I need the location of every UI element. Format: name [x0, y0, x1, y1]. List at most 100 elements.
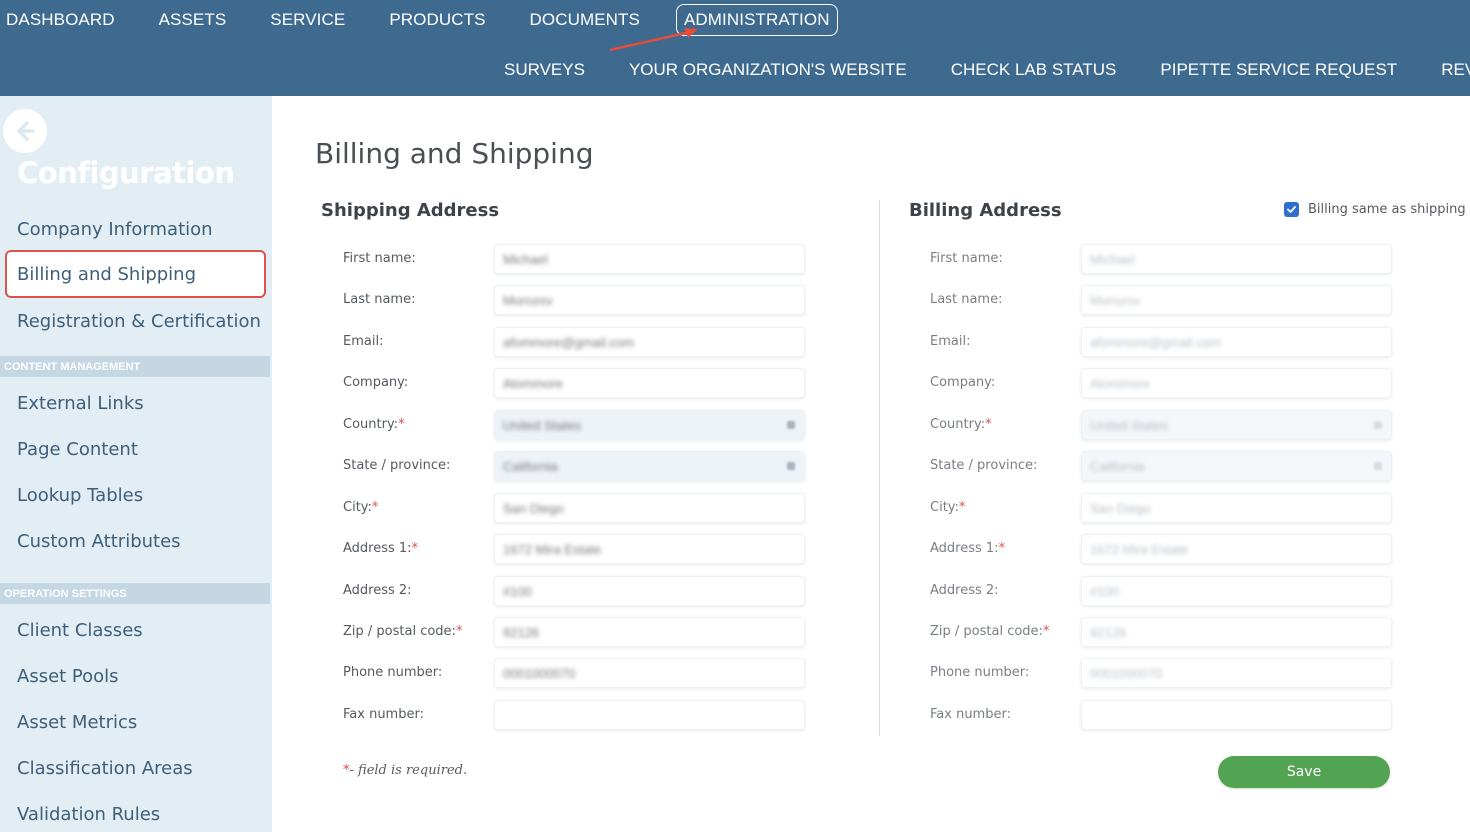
shipping-address1-label: Address 1:* — [343, 541, 418, 556]
shipping-country-select[interactable]: United States — [494, 410, 805, 440]
billing-address1-input[interactable]: 1672 Mira Estate — [1081, 534, 1392, 564]
shipping-state-select[interactable]: California — [494, 451, 805, 481]
billing-first-name-value: Michael — [1090, 252, 1135, 267]
sidebar-item-lookup-tables[interactable]: Lookup Tables — [17, 485, 143, 506]
billing-email-label: Email: — [930, 334, 971, 349]
billing-email-value: afommore@gmail.com — [1090, 335, 1221, 350]
shipping-zip-label: Zip / postal code:* — [343, 624, 462, 639]
billing-first-name-input[interactable]: Michael — [1081, 244, 1392, 274]
nav-products[interactable]: PRODUCTS — [389, 10, 485, 30]
billing-first-name-label: First name: — [930, 251, 1003, 266]
nav-review[interactable]: REVIEW — [1441, 60, 1470, 80]
shipping-email-value: afommore@gmail.com — [503, 335, 634, 350]
nav-check-lab-status[interactable]: CHECK LAB STATUS — [951, 60, 1117, 80]
nav-dashboard[interactable]: DASHBOARD — [6, 10, 115, 30]
sidebar-section-operation-settings: OPERATION SETTINGS — [0, 583, 270, 604]
shipping-email-label: Email: — [343, 334, 384, 349]
shipping-phone-input[interactable]: 0001000070 — [494, 658, 805, 688]
billing-address2-input[interactable]: #100 — [1081, 576, 1392, 606]
shipping-fax-label: Fax number: — [343, 707, 424, 722]
billing-last-name-value: Morozov — [1090, 293, 1140, 308]
billing-company-value: Atommore — [1090, 376, 1150, 391]
shipping-address1-input[interactable]: 1672 Mira Estate — [494, 534, 805, 564]
sidebar-item-client-classes[interactable]: Client Classes — [17, 620, 143, 641]
shipping-city-label-text: City: — [343, 500, 372, 515]
shipping-country-value: United States — [503, 418, 582, 433]
shipping-address2-input[interactable]: #100 — [494, 576, 805, 606]
nav-surveys[interactable]: SURVEYS — [504, 60, 585, 80]
billing-email-input[interactable]: afommore@gmail.com — [1081, 327, 1392, 357]
shipping-company-label: Company: — [343, 375, 409, 390]
billing-city-label-text: City: — [930, 500, 959, 515]
sidebar-item-asset-metrics[interactable]: Asset Metrics — [17, 712, 137, 733]
billing-city-label: City:* — [930, 500, 965, 515]
billing-address-heading: Billing Address — [909, 200, 1062, 221]
nav-organization-website[interactable]: YOUR ORGANIZATION'S WEBSITE — [629, 60, 907, 80]
nav-assets[interactable]: ASSETS — [159, 10, 227, 30]
back-button[interactable] — [3, 109, 47, 153]
required-star: * — [1042, 624, 1050, 639]
billing-zip-input[interactable]: 92126 — [1081, 617, 1392, 647]
sidebar-item-page-content[interactable]: Page Content — [17, 439, 138, 460]
chevron-down-icon — [787, 462, 795, 470]
page-title: Billing and Shipping — [315, 137, 594, 170]
billing-company-input[interactable]: Atommore — [1081, 368, 1392, 398]
billing-state-select[interactable]: California — [1081, 451, 1392, 481]
shipping-zip-input[interactable]: 92126 — [494, 617, 805, 647]
billing-state-label: State / province: — [930, 458, 1038, 473]
billing-address1-value: 1672 Mira Estate — [1090, 542, 1189, 557]
sidebar-item-custom-attributes[interactable]: Custom Attributes — [17, 531, 181, 552]
billing-state-value: California — [1090, 459, 1145, 474]
billing-address2-value: #100 — [1090, 584, 1119, 599]
billing-same-checkbox[interactable] — [1284, 202, 1299, 217]
shipping-address1-value: 1672 Mira Estate — [503, 542, 602, 557]
nav-pipette-service-request[interactable]: PIPETTE SERVICE REQUEST — [1160, 60, 1397, 80]
required-star: * — [398, 417, 405, 432]
shipping-city-value: San Diego — [503, 501, 564, 516]
sidebar-item-company-information[interactable]: Company Information — [17, 219, 213, 240]
billing-zip-label-text: Zip / postal code: — [930, 624, 1043, 639]
shipping-email-input[interactable]: afommore@gmail.com — [494, 327, 805, 357]
required-star: * — [371, 500, 379, 515]
top-navigation: DASHBOARD ASSETS SERVICE PRODUCTS DOCUME… — [0, 0, 1470, 96]
shipping-last-name-input[interactable]: Morozov — [494, 285, 805, 315]
shipping-city-input[interactable]: San Diego — [494, 493, 805, 523]
shipping-phone-label: Phone number: — [343, 665, 443, 680]
billing-fax-label: Fax number: — [930, 707, 1011, 722]
sidebar-item-external-links[interactable]: External Links — [17, 393, 144, 414]
shipping-company-input[interactable]: Atommore — [494, 368, 805, 398]
shipping-last-name-value: Morozov — [503, 293, 553, 308]
shipping-first-name-input[interactable]: Michael — [494, 244, 805, 274]
billing-address1-label-text: Address 1: — [930, 541, 999, 556]
billing-city-input[interactable]: San Diego — [1081, 493, 1392, 523]
billing-company-label: Company: — [930, 375, 996, 390]
required-star: * — [958, 500, 966, 515]
sidebar-item-asset-pools[interactable]: Asset Pools — [17, 666, 119, 687]
billing-phone-input[interactable]: 0001000070 — [1081, 658, 1392, 688]
sidebar-item-registration-certification[interactable]: Registration & Certification — [17, 311, 261, 332]
sidebar-item-validation-rules[interactable]: Validation Rules — [17, 804, 160, 825]
checkmark-icon — [1287, 206, 1296, 213]
nav-service[interactable]: SERVICE — [270, 10, 345, 30]
shipping-phone-value: 0001000070 — [503, 666, 576, 681]
sidebar: Configuration Company Information Billin… — [0, 96, 272, 832]
billing-fax-input[interactable] — [1081, 700, 1392, 730]
billing-zip-label: Zip / postal code:* — [930, 624, 1049, 639]
shipping-state-label: State / province: — [343, 458, 451, 473]
column-divider — [879, 200, 880, 736]
billing-country-select[interactable]: United States — [1081, 410, 1392, 440]
chevron-down-icon — [787, 421, 795, 429]
shipping-first-name-value: Michael — [503, 252, 548, 267]
billing-last-name-input[interactable]: Morozov — [1081, 285, 1392, 315]
save-button[interactable]: Save — [1218, 756, 1390, 788]
shipping-country-label: Country:* — [343, 417, 405, 432]
billing-zip-value: 92126 — [1090, 625, 1127, 640]
shipping-company-value: Atommore — [503, 376, 563, 391]
billing-address2-label: Address 2: — [930, 583, 999, 598]
sidebar-item-classification-areas[interactable]: Classification Areas — [17, 758, 193, 779]
required-note-text: - field is required. — [349, 763, 468, 778]
shipping-fax-input[interactable] — [494, 700, 805, 730]
sidebar-item-billing-and-shipping[interactable]: Billing and Shipping — [5, 250, 266, 298]
billing-same-as-shipping-toggle[interactable]: Billing same as shipping — [1284, 202, 1466, 217]
chevron-down-icon — [1374, 421, 1382, 429]
